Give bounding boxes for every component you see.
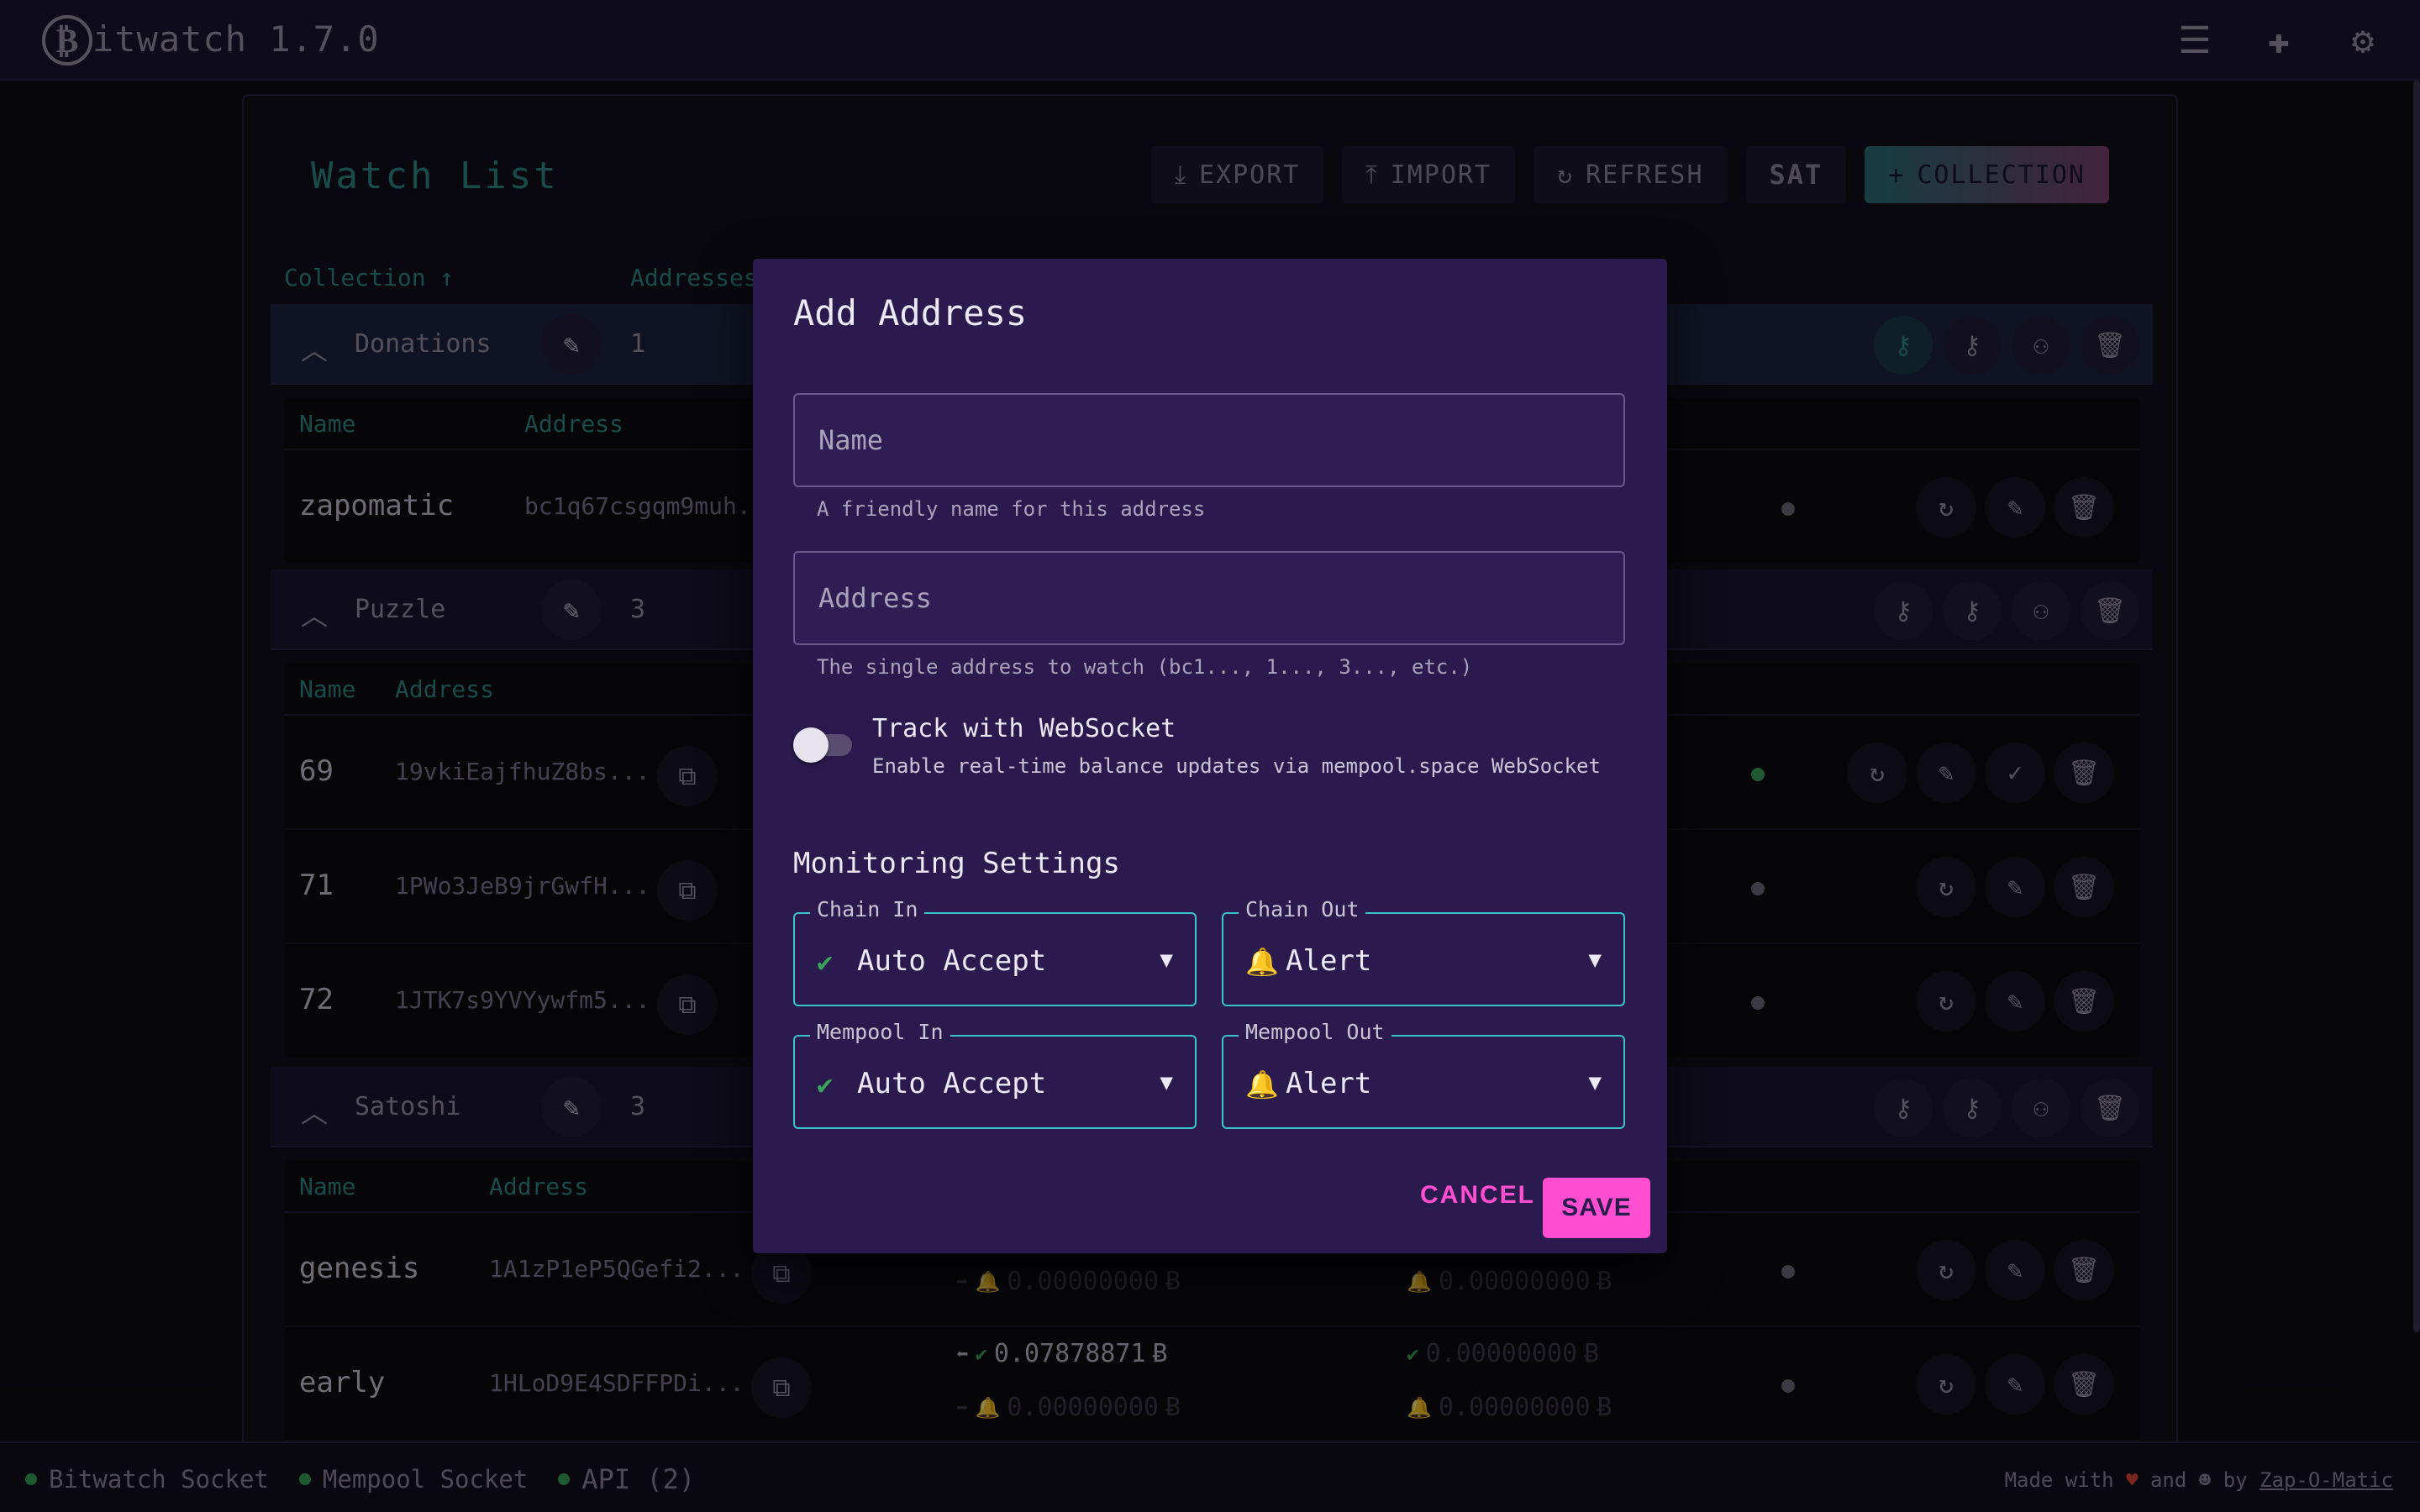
select-label: Mempool Out	[1239, 1020, 1392, 1044]
add-address-dialog: Add Address A friendly name for this add…	[753, 259, 1667, 1253]
websocket-description: Enable real-time balance updates via mem…	[872, 754, 1601, 778]
caret-down-icon: ▼	[1588, 1070, 1602, 1095]
bell-icon: 🔔	[1245, 1068, 1279, 1100]
address-field[interactable]	[793, 551, 1625, 645]
select-label: Chain Out	[1239, 897, 1366, 921]
select-value: Alert	[1286, 1067, 1372, 1100]
toggle-knob	[793, 727, 829, 763]
name-input[interactable]	[795, 395, 1623, 486]
select-label: Chain In	[810, 897, 925, 921]
select-value: Auto Accept	[857, 944, 1047, 978]
save-button[interactable]: SAVE	[1543, 1178, 1650, 1238]
bell-icon: 🔔	[1245, 946, 1279, 978]
websocket-toggle[interactable]	[793, 727, 854, 763]
monitoring-title: Monitoring Settings	[793, 847, 1120, 880]
mempool-in-select[interactable]: Mempool In ✔ Auto Accept ▼	[793, 1020, 1197, 1129]
chain-in-select[interactable]: Chain In ✔ Auto Accept ▼	[793, 897, 1197, 1006]
address-input[interactable]	[795, 553, 1623, 643]
cancel-button[interactable]: CANCEL	[1420, 1181, 1535, 1210]
name-field[interactable]	[793, 393, 1625, 487]
chain-out-select[interactable]: Chain Out 🔔 Alert ▼	[1222, 897, 1625, 1006]
dialog-title: Add Address	[793, 292, 1028, 333]
caret-down-icon: ▼	[1160, 1070, 1173, 1095]
check-circle-icon: ✔	[817, 1068, 834, 1100]
name-hint: A friendly name for this address	[817, 497, 1206, 521]
websocket-label: Track with WebSocket	[872, 714, 1176, 743]
select-label: Mempool In	[810, 1020, 950, 1044]
check-circle-icon: ✔	[817, 946, 834, 978]
select-value: Alert	[1286, 944, 1372, 978]
address-hint: The single address to watch (bc1..., 1..…	[817, 655, 1473, 679]
select-value: Auto Accept	[857, 1067, 1047, 1100]
caret-down-icon: ▼	[1588, 948, 1602, 973]
mempool-out-select[interactable]: Mempool Out 🔔 Alert ▼	[1222, 1020, 1625, 1129]
caret-down-icon: ▼	[1160, 948, 1173, 973]
